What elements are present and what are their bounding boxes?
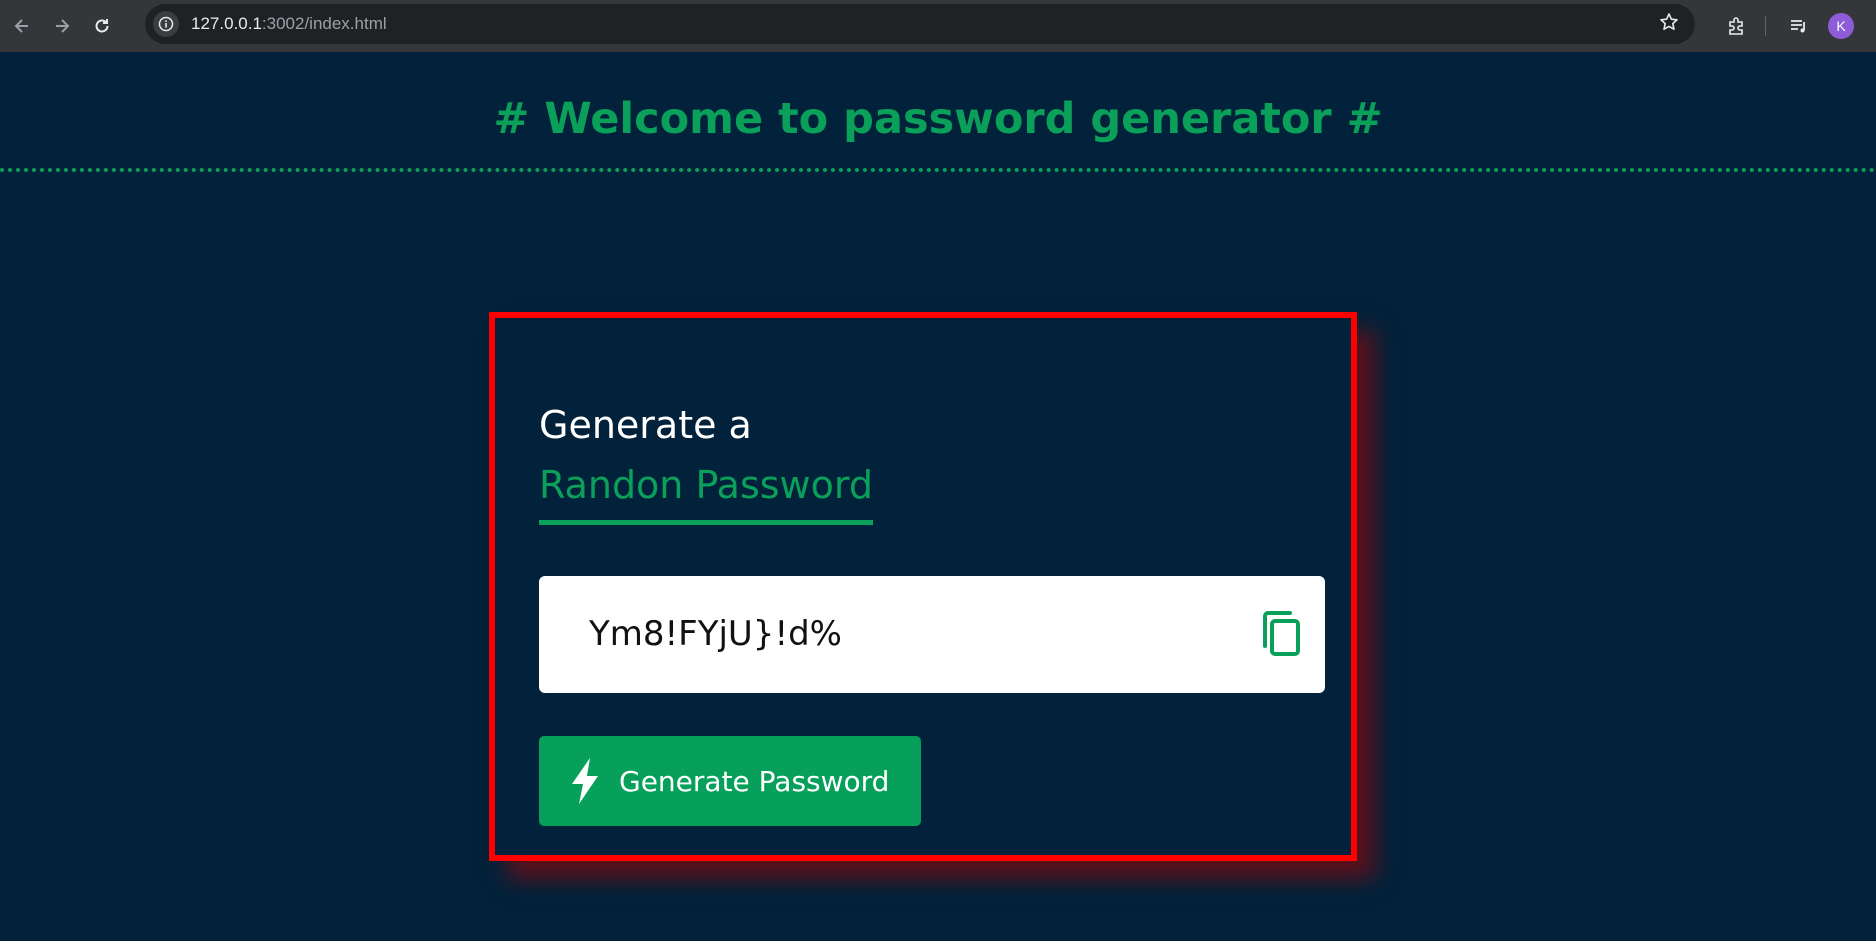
reload-button[interactable]: [82, 6, 122, 46]
reload-icon: [95, 19, 109, 33]
generate-password-button[interactable]: Generate Password: [539, 736, 921, 826]
card-heading: Generate a: [539, 403, 752, 447]
card-subheading: Randon Password: [539, 462, 873, 525]
forward-button[interactable]: [42, 6, 82, 46]
bookmark-star-icon[interactable]: [1659, 12, 1679, 37]
address-bar[interactable]: 127.0.0.1:3002/index.html: [145, 4, 1695, 44]
password-value[interactable]: Ym8!FYjU}!d%: [589, 610, 842, 658]
copy-icon[interactable]: [1259, 610, 1305, 658]
toolbar-divider: [1765, 16, 1766, 36]
generate-password-label: Generate Password: [619, 764, 890, 798]
site-info-icon[interactable]: [153, 11, 179, 37]
page-title: # Welcome to password generator #: [493, 94, 1383, 144]
url-text[interactable]: 127.0.0.1:3002/index.html: [191, 14, 387, 34]
password-output-field[interactable]: Ym8!FYjU}!d%: [539, 576, 1325, 693]
toolbar-right: K: [1721, 0, 1876, 52]
browser-toolbar: 127.0.0.1:3002/index.html K: [0, 0, 1876, 52]
lightning-bolt-icon: [572, 758, 598, 804]
url-path: :3002/index.html: [261, 14, 387, 33]
back-button[interactable]: [2, 6, 42, 46]
profile-avatar[interactable]: K: [1828, 13, 1854, 39]
page-header: # Welcome to password generator #: [0, 52, 1876, 172]
forward-arrow-icon: [56, 19, 70, 33]
password-generator-card: Generate a Randon Password Ym8!FYjU}!d% …: [489, 312, 1357, 861]
url-host: 127.0.0.1: [191, 14, 262, 33]
media-queue-icon[interactable]: [1784, 11, 1814, 41]
back-arrow-icon: [14, 19, 28, 33]
extensions-icon[interactable]: [1721, 11, 1751, 41]
